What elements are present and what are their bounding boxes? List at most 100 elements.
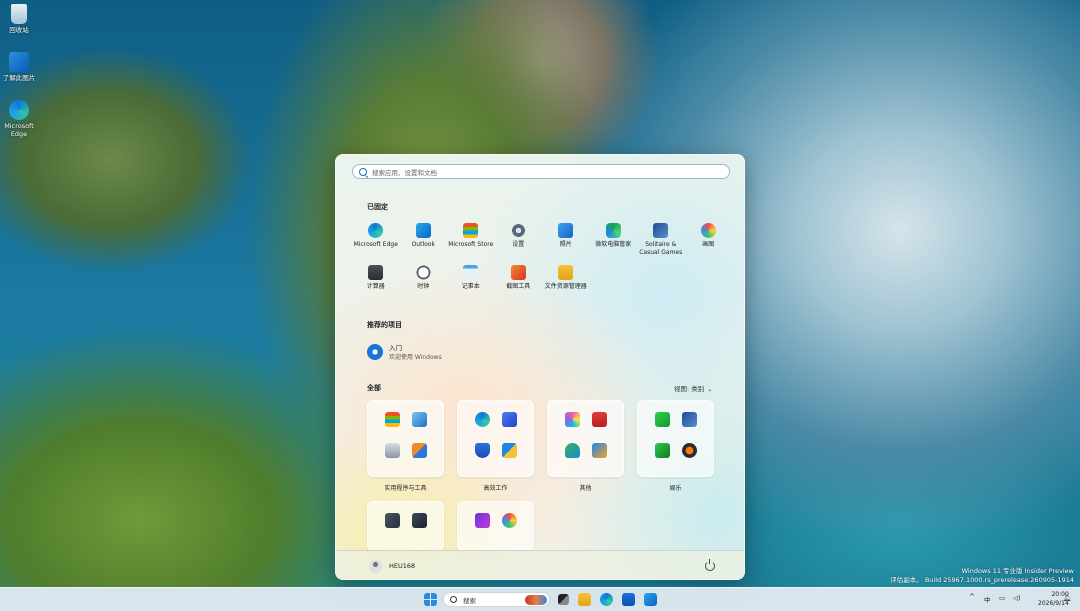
printer-icon xyxy=(385,443,400,458)
category-folder-entertainment[interactable] xyxy=(637,400,714,477)
snipping-tool-icon xyxy=(510,265,526,280)
settings-icon xyxy=(510,223,526,238)
pinned-app-label: 微软电脑管家 xyxy=(595,241,632,248)
task-view-icon[interactable] xyxy=(558,594,569,605)
desktop-icon-recycle-bin[interactable]: 回收站 xyxy=(2,4,36,34)
pinned-app-label: 设置 xyxy=(512,241,525,248)
security-shield-icon xyxy=(475,443,490,458)
xbox-icon xyxy=(655,443,670,458)
pinned-app-label: 画图 xyxy=(702,241,715,248)
watermark-line-1: Windows 11 专业版 Insider Preview xyxy=(961,567,1074,575)
edge-icon[interactable] xyxy=(600,593,613,606)
paint-icon xyxy=(700,223,716,238)
pinned-app-label: Solitaire & Casual Games xyxy=(639,241,683,256)
network-icon[interactable]: ▭ xyxy=(999,594,1005,602)
view-toggle-label: 视图: 类别 xyxy=(674,385,705,393)
view-category-toggle[interactable]: 视图: 类别 ⌄ xyxy=(674,383,712,393)
chevron-down-icon: ⌄ xyxy=(707,386,713,393)
category-folder-utilities[interactable] xyxy=(367,400,444,477)
recommended-item-name: 入门 xyxy=(389,344,402,352)
pinned-app-label: 时钟 xyxy=(417,283,430,290)
pinned-app-photos[interactable]: 照片 xyxy=(542,223,590,253)
volume-icon[interactable]: ◁) xyxy=(1013,594,1021,602)
recommended-item-get-started[interactable]: 入门 欢迎使用 Windows xyxy=(367,342,442,361)
pinned-app-clock[interactable]: 时钟 xyxy=(400,265,448,295)
category-folder-accessibility[interactable] xyxy=(367,501,444,551)
outlook-icon[interactable] xyxy=(644,593,657,606)
category-label: 实用程序与工具 xyxy=(384,485,427,492)
start-button-icon[interactable] xyxy=(424,593,437,606)
pinned-app-notepad[interactable]: 记事本 xyxy=(447,265,495,295)
category-folder-creativity[interactable] xyxy=(457,501,534,551)
pinned-app-file-explorer[interactable]: 文件资源管理器 xyxy=(542,265,590,295)
show-hidden-icons-chevron-icon[interactable]: ^ xyxy=(969,593,975,601)
store-icon xyxy=(385,412,400,427)
category-folder-other[interactable] xyxy=(547,400,624,477)
power-icon[interactable] xyxy=(705,559,715,571)
game-bar-icon xyxy=(655,412,670,427)
desktop-icon-edge[interactable]: Microsoft Edge xyxy=(2,100,36,138)
pinned-app-label: 文件资源管理器 xyxy=(544,283,587,290)
pinned-section-title: 已固定 xyxy=(367,203,388,211)
taskbar-search-box[interactable]: 搜索 xyxy=(443,592,550,607)
file-explorer-icon xyxy=(558,265,574,280)
photos-icon xyxy=(558,223,574,238)
news-icon xyxy=(592,412,607,427)
pinned-app-store[interactable]: Microsoft Store xyxy=(447,223,495,253)
user-avatar-icon[interactable] xyxy=(369,560,382,573)
watermark-line-2: 评估副本。 Build 25967.1000.rs_prerelease.260… xyxy=(890,576,1074,584)
pinned-app-snipping-tool[interactable]: 截图工具 xyxy=(495,265,543,295)
recycle-bin-icon xyxy=(11,4,27,24)
pc-manager-icon xyxy=(605,223,621,238)
taskbar-search-label: 搜索 xyxy=(463,596,476,605)
start-search-input[interactable]: 搜索应用、设置和文档 xyxy=(352,164,730,179)
get-started-icon xyxy=(367,343,383,360)
edge-icon xyxy=(9,100,29,120)
search-highlight-icon xyxy=(525,595,547,605)
store-icon xyxy=(463,223,479,238)
office-icon xyxy=(502,443,517,458)
store-icon[interactable] xyxy=(622,593,635,606)
start-menu: 搜索应用、设置和文档 已固定 Microsoft Edge Outlook Mi… xyxy=(335,154,745,580)
tools-icon xyxy=(412,443,427,458)
todo-icon xyxy=(502,412,517,427)
desktop-icon-learn-about-picture[interactable]: 了解此图片 xyxy=(2,52,36,82)
cloud-download-icon xyxy=(565,443,580,458)
build-watermark: Windows 11 专业版 Insider Preview 评估副本。 Bui… xyxy=(890,567,1074,585)
category-label: 娱乐 xyxy=(669,485,682,492)
user-name[interactable]: HEU168 xyxy=(389,562,415,570)
clock-icon xyxy=(415,265,431,280)
search-icon xyxy=(359,167,367,176)
desktop-icon-label: Microsoft Edge xyxy=(4,122,34,138)
pinned-app-outlook[interactable]: Outlook xyxy=(400,223,448,253)
pinned-app-label: Outlook xyxy=(411,241,435,248)
recommended-section-title: 推荐的项目 xyxy=(367,321,402,329)
paint-icon xyxy=(502,513,517,528)
learn-about-picture-icon xyxy=(9,52,29,72)
file-explorer-icon[interactable] xyxy=(578,593,591,606)
pinned-app-settings[interactable]: 设置 xyxy=(495,223,543,253)
notification-bell-icon[interactable]: 🔔︎ xyxy=(1063,594,1071,602)
desktop-icon-label: 了解此图片 xyxy=(2,74,36,82)
pinned-app-label: 照片 xyxy=(559,241,572,248)
solitaire-icon xyxy=(682,412,697,427)
pinned-app-pc-manager[interactable]: 微软电脑管家 xyxy=(590,223,638,253)
pinned-app-label: Microsoft Edge xyxy=(353,241,398,248)
outlook-icon xyxy=(415,223,431,238)
remote-desktop-icon xyxy=(412,513,427,528)
calculator-icon xyxy=(368,265,384,280)
pinned-app-solitaire[interactable]: Solitaire & Casual Games xyxy=(637,223,685,256)
all-apps-section-title: 全部 xyxy=(367,384,381,392)
translator-icon xyxy=(592,443,607,458)
pinned-app-calculator[interactable]: 计算器 xyxy=(352,265,400,295)
input-method-indicator[interactable]: 中 xyxy=(984,594,991,604)
recommended-item-subtitle: 欢迎使用 Windows xyxy=(389,354,442,361)
pinned-app-label: Microsoft Store xyxy=(448,241,494,248)
media-player-icon xyxy=(682,443,697,458)
pinned-app-edge[interactable]: Microsoft Edge xyxy=(352,223,400,253)
pinned-app-paint[interactable]: 画图 xyxy=(685,223,733,253)
category-folder-productivity[interactable] xyxy=(457,400,534,477)
category-label: 其他 xyxy=(579,485,592,492)
taskbar: 搜索 xyxy=(0,587,1080,611)
edge-icon xyxy=(368,223,384,238)
